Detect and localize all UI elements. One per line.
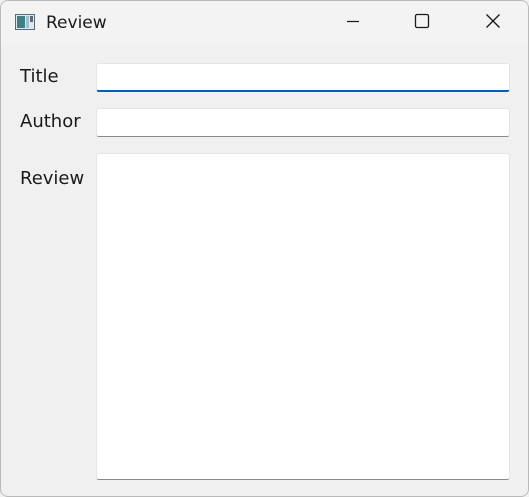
- minimize-button[interactable]: [330, 1, 376, 45]
- app-window-icon: [15, 14, 35, 30]
- review-textarea[interactable]: [96, 153, 510, 480]
- author-input[interactable]: [96, 108, 510, 137]
- author-label: Author: [20, 111, 81, 132]
- title-bar[interactable]: Review: [1, 1, 528, 45]
- title-input[interactable]: [96, 63, 510, 92]
- window-title: Review: [46, 13, 107, 33]
- review-label: Review: [20, 168, 85, 189]
- close-icon: [485, 13, 501, 33]
- maximize-button[interactable]: [399, 1, 445, 45]
- maximize-icon: [414, 13, 430, 33]
- close-button[interactable]: [470, 1, 516, 45]
- review-window: Review Title Author Review: [0, 0, 529, 497]
- title-label: Title: [20, 66, 59, 87]
- minimize-icon: [345, 13, 361, 33]
